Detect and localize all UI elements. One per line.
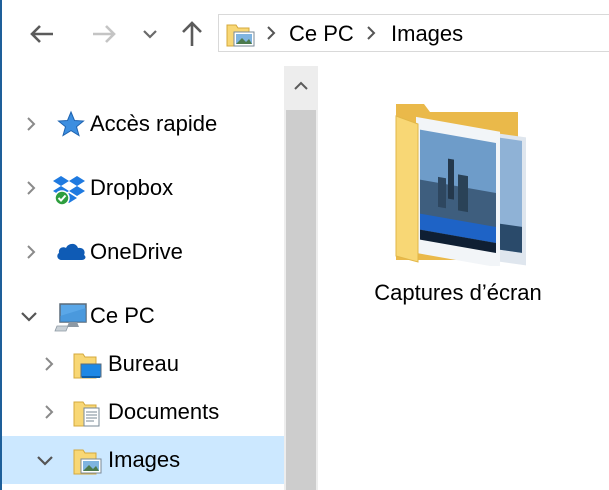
folder-item-label: Captures d’écran — [374, 280, 542, 305]
recent-locations-button[interactable] — [136, 14, 164, 54]
nav-item-label: Accès rapide — [90, 111, 218, 136]
pictures-folder-icon — [226, 24, 255, 47]
breadcrumb-ce-pc[interactable]: Ce PC — [289, 22, 354, 46]
content-pane: Captures d’écran — [318, 66, 609, 490]
back-button[interactable] — [24, 14, 60, 54]
address-bar[interactable]: Ce PC Images — [218, 14, 609, 52]
nav-item-label: Ce PC — [90, 303, 155, 328]
nav-item-documents[interactable]: Documents — [2, 388, 284, 436]
chevron-up-icon — [294, 81, 308, 90]
navigation-pane: Accès rapide Dropbox OneDrive Ce PC Bure… — [2, 66, 284, 490]
chevron-right-icon[interactable] — [20, 241, 42, 263]
documents-folder-icon — [73, 401, 100, 427]
pictures-folder-icon — [73, 449, 102, 475]
arrow-left-icon — [30, 25, 53, 43]
computer-icon — [54, 303, 87, 332]
chevron-right-icon[interactable] — [20, 177, 42, 199]
forward-button[interactable] — [86, 14, 122, 54]
chevron-right-icon[interactable] — [20, 113, 42, 135]
chevron-right-icon[interactable] — [365, 24, 377, 42]
desktop-folder-icon — [73, 353, 102, 379]
nav-item-dropbox[interactable]: Dropbox — [2, 164, 284, 212]
nav-item-label: Documents — [108, 399, 220, 424]
nav-item-onedrive[interactable]: OneDrive — [2, 228, 284, 276]
up-button[interactable] — [174, 14, 210, 54]
chevron-right-icon[interactable] — [38, 401, 60, 423]
screenshots-folder-icon — [395, 104, 526, 266]
nav-item-acces-rapide[interactable]: Accès rapide — [2, 100, 284, 148]
chevron-down-icon[interactable] — [34, 449, 56, 471]
scroll-up-button[interactable] — [284, 66, 318, 106]
dropbox-icon — [53, 176, 85, 206]
toolbar: Ce PC Images — [2, 0, 609, 66]
nav-item-images[interactable]: Images — [2, 436, 284, 484]
scroll-thumb[interactable] — [286, 110, 316, 490]
nav-item-label: Bureau — [108, 351, 179, 376]
arrow-right-icon — [93, 25, 116, 43]
nav-pane-scrollbar[interactable] — [284, 66, 318, 490]
nav-item-label: OneDrive — [90, 239, 183, 264]
chevron-right-icon[interactable] — [38, 353, 60, 375]
chevron-right-icon — [267, 26, 276, 40]
chevron-down-icon — [143, 30, 157, 39]
chevron-down-icon[interactable] — [18, 305, 40, 327]
arrow-up-icon — [182, 21, 202, 46]
breadcrumb-images[interactable]: Images — [391, 22, 463, 46]
nav-item-ce-pc[interactable]: Ce PC — [2, 292, 284, 340]
star-icon — [57, 110, 85, 137]
cloud-icon — [57, 243, 86, 260]
folder-item-captures[interactable]: Captures d’écran — [358, 96, 558, 316]
nav-item-label: Dropbox — [90, 175, 174, 200]
nav-item-label: Images — [108, 447, 181, 472]
nav-item-bureau[interactable]: Bureau — [2, 340, 284, 388]
